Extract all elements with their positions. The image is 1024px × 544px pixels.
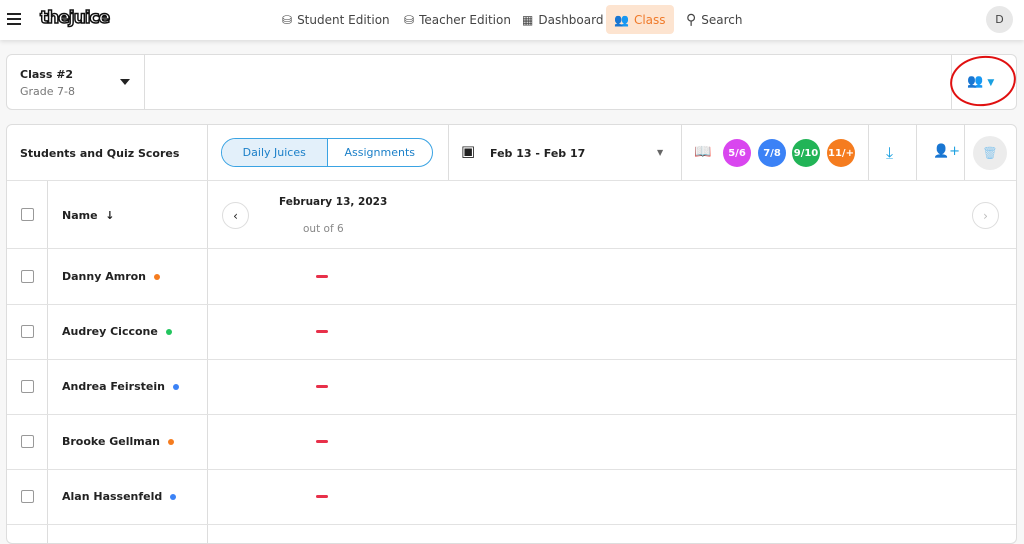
divider	[207, 125, 208, 543]
name-sort-header[interactable]: Name ↓	[62, 209, 114, 222]
row-checkbox[interactable]	[21, 435, 34, 448]
nav-label: Teacher Edition	[419, 12, 511, 27]
student-name-text: Audrey Ciccone	[62, 325, 158, 338]
student-name[interactable]: Alan Hassenfeld	[62, 490, 177, 503]
divider	[916, 125, 917, 181]
grid-icon: ▦	[522, 12, 534, 27]
search-icon: ⚲	[686, 11, 697, 28]
row-checkbox[interactable]	[21, 325, 34, 338]
avatar[interactable]: D	[986, 6, 1013, 33]
student-name-text: Andrea Feirstein	[62, 380, 165, 393]
calendar-icon: ▣	[461, 142, 476, 160]
no-score-dash	[316, 275, 328, 278]
student-name-text: Danny Amron	[62, 270, 147, 283]
student-name[interactable]: Brooke Gellman	[62, 435, 174, 448]
chevron-right-icon: ›	[983, 208, 988, 223]
student-name[interactable]: Audrey Ciccone	[62, 325, 172, 338]
level-dot	[165, 329, 172, 335]
cup-icon: ⛁	[404, 12, 415, 27]
users-icon: 👥	[614, 12, 629, 27]
level-5-6-button[interactable]: 5/6	[723, 139, 751, 167]
nav-label: Search	[701, 12, 743, 27]
select-all-checkbox[interactable]	[21, 208, 34, 221]
date-range: Feb 13 - Feb 17	[490, 147, 586, 160]
divider	[868, 125, 869, 181]
divider	[7, 414, 1016, 415]
student-name[interactable]: Andrea Feirstein	[62, 380, 179, 393]
nav-teacher-edition[interactable]: ⛁ Teacher Edition	[396, 5, 519, 34]
row-checkbox[interactable]	[21, 490, 34, 503]
no-score-dash	[316, 495, 328, 498]
student-name[interactable]: Danny Amron	[62, 270, 161, 283]
student-name-text: Alan Hassenfeld	[62, 490, 163, 503]
trash-icon: 🗑	[982, 146, 998, 160]
top-navbar: thejuice ⛁ Student Edition ⛁ Teacher Editi…	[0, 0, 1024, 40]
level-dot	[167, 439, 174, 445]
nav-class[interactable]: 👥 Class	[606, 5, 674, 34]
class-grade: Grade 7-8	[20, 85, 75, 98]
nav-label: Class	[633, 12, 666, 27]
row-checkbox[interactable]	[21, 270, 34, 283]
class-selector-bar: Class #2 Grade 7-8 👥 ▼	[6, 54, 1017, 110]
nav-student-edition[interactable]: ⛁ Student Edition	[274, 5, 398, 34]
view-toggle: Daily Juices Assignments	[221, 138, 433, 167]
cup-icon: ⛁	[282, 12, 293, 27]
no-score-dash	[316, 330, 328, 333]
arrow-down-icon: ↓	[101, 209, 115, 222]
divider	[7, 359, 1016, 360]
nav-dashboard[interactable]: ▦ Dashboard	[514, 5, 611, 34]
out-of-label: out of 6	[303, 223, 344, 235]
menu-icon[interactable]	[7, 13, 21, 25]
name-header: Name	[62, 209, 98, 222]
delete-button[interactable]: 🗑	[973, 136, 1007, 170]
divider	[964, 125, 965, 181]
level-9-10-button[interactable]: 9/10	[792, 139, 820, 167]
tab-assignments[interactable]: Assignments	[328, 139, 433, 166]
no-score-dash	[316, 440, 328, 443]
divider	[144, 55, 145, 109]
level-11-plus-button[interactable]: 11/+	[827, 139, 855, 167]
level-dot	[172, 384, 179, 390]
divider	[7, 524, 1016, 525]
row-checkbox[interactable]	[21, 380, 34, 393]
date-range-picker[interactable]: ▣ Feb 13 - Feb 17 ▼	[449, 125, 681, 181]
scores-table: Students and Quiz Scores Daily Juices As…	[6, 124, 1017, 544]
level-dot	[170, 494, 177, 500]
level-dot	[154, 274, 161, 280]
book-icon[interactable]: 📖	[694, 144, 711, 160]
divider	[47, 181, 48, 543]
divider	[681, 125, 682, 181]
level-7-8-button[interactable]: 7/8	[758, 139, 786, 167]
student-name-text: Brooke Gellman	[62, 435, 160, 448]
caret-down-icon	[120, 79, 130, 85]
divider	[7, 180, 1016, 181]
divider	[7, 248, 1016, 249]
nav-label: Student Edition	[297, 12, 390, 27]
chevron-left-icon: ‹	[233, 208, 238, 223]
caret-down-icon: ▼	[657, 148, 664, 157]
divider	[7, 304, 1016, 305]
class-name: Class #2	[20, 68, 74, 81]
table-title: Students and Quiz Scores	[20, 147, 180, 160]
day-title: February 13, 2023	[279, 196, 388, 208]
class-dropdown[interactable]: Class #2 Grade 7-8	[7, 55, 145, 109]
next-day-button[interactable]: ›	[972, 202, 999, 229]
nav-search[interactable]: ⚲ Search	[678, 5, 751, 34]
logo[interactable]: thejuice	[39, 7, 111, 29]
prev-day-button[interactable]: ‹	[222, 202, 249, 229]
divider	[7, 469, 1016, 470]
nav-label: Dashboard	[538, 12, 604, 27]
add-user-icon[interactable]: 👤+	[933, 144, 960, 159]
no-score-dash	[316, 385, 328, 388]
tab-daily-juices[interactable]: Daily Juices	[222, 139, 328, 166]
download-icon[interactable]: ⤓	[886, 143, 893, 163]
